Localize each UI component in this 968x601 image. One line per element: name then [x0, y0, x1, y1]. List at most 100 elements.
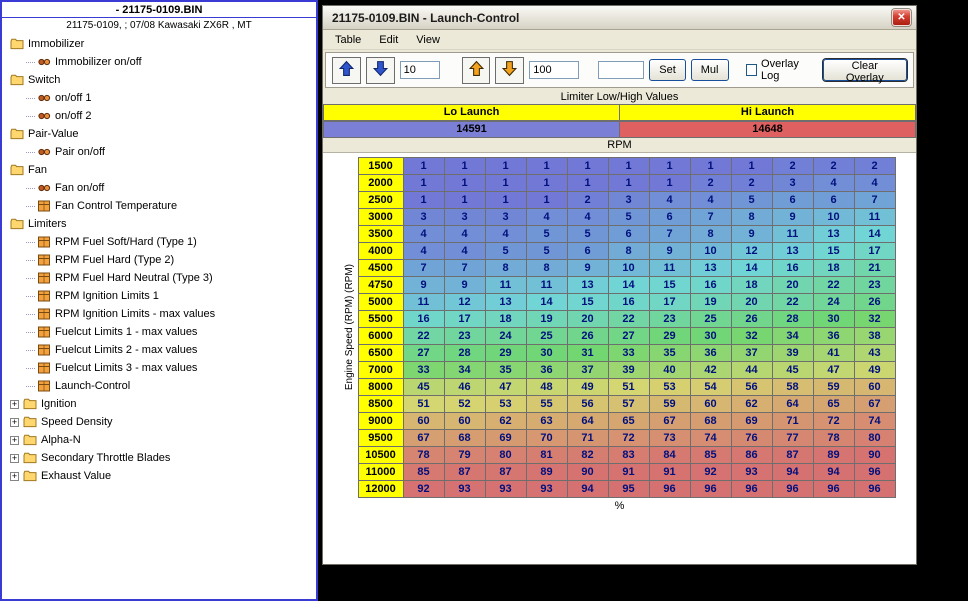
value-cell[interactable]: 53	[485, 396, 526, 413]
value-cell[interactable]: 1	[526, 192, 567, 209]
value-cell[interactable]: 22	[403, 328, 444, 345]
decrease-large-button[interactable]	[495, 57, 524, 84]
expand-plus-icon[interactable]: +	[10, 436, 19, 445]
expand-plus-icon[interactable]: +	[10, 418, 19, 427]
value-cell[interactable]: 59	[649, 396, 690, 413]
value-cell[interactable]: 41	[813, 345, 854, 362]
value-cell[interactable]: 29	[649, 328, 690, 345]
value-cell[interactable]: 13	[690, 260, 731, 277]
value-cell[interactable]: 13	[813, 226, 854, 243]
value-cell[interactable]: 72	[608, 430, 649, 447]
value-cell[interactable]: 1	[608, 175, 649, 192]
value-cell[interactable]: 6	[649, 209, 690, 226]
value-cell[interactable]: 36	[813, 328, 854, 345]
value-cell[interactable]: 16	[690, 277, 731, 294]
value-cell[interactable]: 36	[526, 362, 567, 379]
value-cell[interactable]: 22	[608, 311, 649, 328]
value-cell[interactable]: 93	[485, 481, 526, 498]
value-cell[interactable]: 19	[526, 311, 567, 328]
value-cell[interactable]: 14	[854, 226, 895, 243]
value-cell[interactable]: 1	[649, 158, 690, 175]
value-cell[interactable]: 25	[526, 328, 567, 345]
value-cell[interactable]: 91	[649, 464, 690, 481]
value-cell[interactable]: 4	[444, 226, 485, 243]
value-cell[interactable]: 32	[731, 328, 772, 345]
value-cell[interactable]: 79	[444, 447, 485, 464]
value-cell[interactable]: 10	[690, 243, 731, 260]
value-cell[interactable]: 63	[526, 413, 567, 430]
value-cell[interactable]: 2	[731, 175, 772, 192]
tree-item-rpm-fuel-soft-hard-type-1[interactable]: RPM Fuel Soft/Hard (Type 1)	[2, 233, 316, 251]
value-cell[interactable]: 96	[813, 481, 854, 498]
value-cell[interactable]: 26	[567, 328, 608, 345]
value-cell[interactable]: 60	[403, 413, 444, 430]
tree-item-immobilizer[interactable]: Immobilizer	[2, 35, 316, 53]
value-cell[interactable]: 60	[854, 379, 895, 396]
value-cell[interactable]: 13	[772, 243, 813, 260]
value-cell[interactable]: 93	[731, 464, 772, 481]
tree-item-pair-value[interactable]: Pair-Value	[2, 125, 316, 143]
value-cell[interactable]: 73	[649, 430, 690, 447]
value-cell[interactable]: 38	[854, 328, 895, 345]
value-cell[interactable]: 7	[444, 260, 485, 277]
value-cell[interactable]: 53	[649, 379, 690, 396]
value-cell[interactable]: 12	[731, 243, 772, 260]
value-cell[interactable]: 52	[444, 396, 485, 413]
value-cell[interactable]: 39	[608, 362, 649, 379]
value-cell[interactable]: 96	[649, 481, 690, 498]
value-cell[interactable]: 7	[649, 226, 690, 243]
tree-item-launch-control[interactable]: Launch-Control	[2, 377, 316, 395]
value-cell[interactable]: 18	[813, 260, 854, 277]
value-cell[interactable]: 23	[649, 311, 690, 328]
value-cell[interactable]: 96	[731, 481, 772, 498]
value-cell[interactable]: 15	[813, 243, 854, 260]
value-cell[interactable]: 5	[608, 209, 649, 226]
expand-plus-icon[interactable]: +	[10, 400, 19, 409]
value-cell[interactable]: 2	[567, 192, 608, 209]
value-cell[interactable]: 96	[854, 481, 895, 498]
value-cell[interactable]: 6	[567, 243, 608, 260]
value-cell[interactable]: 5	[526, 226, 567, 243]
value-cell[interactable]: 29	[485, 345, 526, 362]
tree-item-fan-control-temperature[interactable]: Fan Control Temperature	[2, 197, 316, 215]
value-cell[interactable]: 11	[772, 226, 813, 243]
value-cell[interactable]: 11	[403, 294, 444, 311]
value-cell[interactable]: 3	[403, 209, 444, 226]
expand-plus-icon[interactable]: +	[10, 454, 19, 463]
value-cell[interactable]: 77	[772, 430, 813, 447]
value-cell[interactable]: 64	[772, 396, 813, 413]
value-cell[interactable]: 7	[403, 260, 444, 277]
value-cell[interactable]: 93	[444, 481, 485, 498]
menu-item-table[interactable]: Table	[326, 32, 370, 48]
value-cell[interactable]: 62	[485, 413, 526, 430]
value-cell[interactable]: 64	[567, 413, 608, 430]
tree-item-fan-on-off[interactable]: Fan on/off	[2, 179, 316, 197]
value-cell[interactable]: 56	[567, 396, 608, 413]
value-cell[interactable]: 14	[731, 260, 772, 277]
value-cell[interactable]: 16	[608, 294, 649, 311]
value-cell[interactable]: 17	[444, 311, 485, 328]
set-button[interactable]: Set	[649, 59, 686, 81]
value-cell[interactable]: 20	[731, 294, 772, 311]
tree-item-rpm-fuel-hard-type-2[interactable]: RPM Fuel Hard (Type 2)	[2, 251, 316, 269]
tree-item-exhaust-value[interactable]: +Exhaust Value	[2, 467, 316, 485]
value-cell[interactable]: 5	[731, 192, 772, 209]
value-cell[interactable]: 5	[526, 243, 567, 260]
value-cell[interactable]: 8	[526, 260, 567, 277]
value-cell[interactable]: 67	[854, 396, 895, 413]
value-cell[interactable]: 93	[526, 481, 567, 498]
mul-button[interactable]: Mul	[691, 59, 729, 81]
value-cell[interactable]: 4	[854, 175, 895, 192]
value-cell[interactable]: 18	[485, 311, 526, 328]
expand-plus-icon[interactable]: +	[10, 472, 19, 481]
value-cell[interactable]: 48	[526, 379, 567, 396]
value-cell[interactable]: 68	[444, 430, 485, 447]
value-cell[interactable]: 39	[772, 345, 813, 362]
value-cell[interactable]: 25	[690, 311, 731, 328]
value-cell[interactable]: 78	[813, 430, 854, 447]
window-titlebar[interactable]: 21175-0109.BIN - Launch-Control ✕	[323, 6, 916, 30]
value-cell[interactable]: 45	[772, 362, 813, 379]
tree-item-fuelcut-limits-3-max-values[interactable]: Fuelcut Limits 3 - max values	[2, 359, 316, 377]
value-cell[interactable]: 37	[567, 362, 608, 379]
value-cell[interactable]: 2	[772, 158, 813, 175]
